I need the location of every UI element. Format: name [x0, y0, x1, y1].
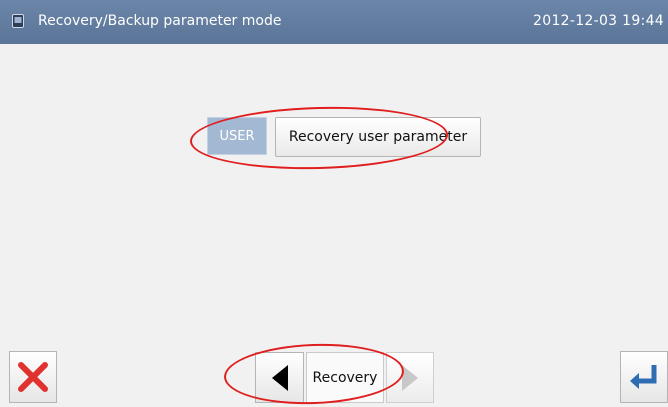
previous-mode-button[interactable]	[255, 352, 304, 403]
mode-label: Recovery	[306, 352, 384, 403]
window-title: Recovery/Backup parameter mode	[38, 13, 282, 29]
arrow-left-icon	[271, 364, 288, 391]
user-badge: USER	[207, 117, 267, 155]
title-bar: Recovery/Backup parameter mode 2012-12-0…	[0, 0, 668, 44]
enter-button[interactable]	[620, 351, 668, 403]
datetime-display: 2012-12-03 19:44	[533, 13, 664, 29]
enter-icon	[630, 365, 657, 389]
next-mode-button[interactable]	[386, 352, 434, 403]
recovery-user-parameter-button[interactable]: Recovery user parameter	[275, 117, 481, 157]
cancel-button[interactable]	[9, 351, 57, 403]
arrow-right-icon	[402, 364, 418, 391]
close-icon	[18, 362, 48, 392]
screen-icon	[12, 14, 24, 28]
